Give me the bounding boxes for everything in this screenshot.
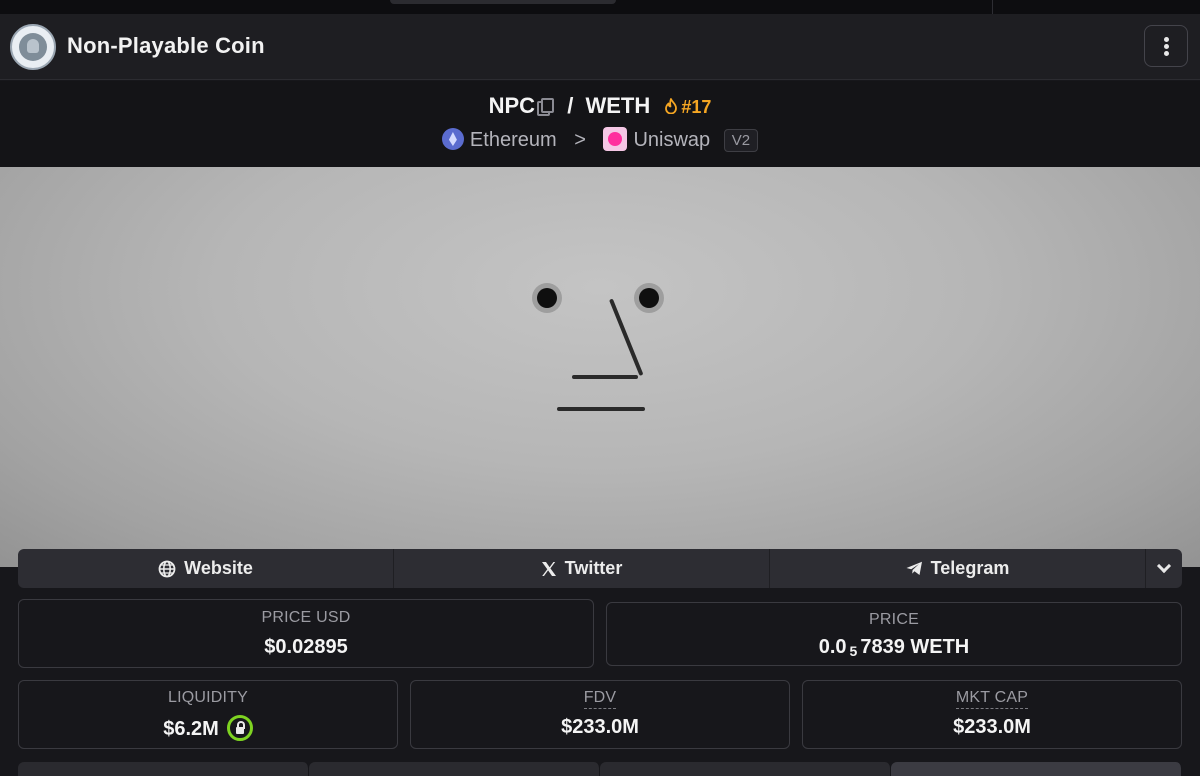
- chain-name[interactable]: Ethereum: [470, 129, 557, 151]
- quote-token: WETH: [585, 93, 651, 118]
- twitter-label: Twitter: [564, 558, 623, 578]
- top-divider: [992, 0, 993, 14]
- website-link[interactable]: Website: [18, 549, 394, 588]
- copy-icon[interactable]: [537, 98, 555, 116]
- mktcap-label[interactable]: MKT CAP: [955, 689, 1029, 709]
- face-right-eye: [634, 283, 664, 313]
- pair-separator: /: [567, 93, 574, 118]
- liquidity-card: LIQUIDITY $6.2M: [18, 680, 398, 749]
- price-usd-card: PRICE USD $0.02895: [18, 599, 594, 668]
- coin-name: Non-Playable Coin: [67, 33, 265, 58]
- face-nose-stroke: [609, 298, 644, 377]
- browser-top-strip: [0, 0, 1200, 14]
- pair-title: NPC / WETH #17: [0, 93, 1200, 119]
- mktcap-value: $233.0M: [953, 716, 1031, 738]
- face-left-eye: [532, 283, 562, 313]
- npc-coin-logo: [10, 24, 56, 70]
- more-options-button[interactable]: [1144, 25, 1188, 67]
- trending-rank: #17: [681, 97, 712, 117]
- flame-icon: [665, 98, 678, 114]
- bottom-tab-active[interactable]: [891, 762, 1182, 776]
- telegram-label: Telegram: [930, 558, 1010, 578]
- website-label: Website: [184, 558, 253, 578]
- face-mouth: [557, 407, 645, 411]
- liquidity-value: $6.2M: [163, 718, 219, 740]
- token-header: Non-Playable Coin: [0, 14, 1200, 80]
- twitter-link[interactable]: Twitter: [394, 549, 770, 588]
- kebab-menu-icon: [1164, 37, 1169, 42]
- social-links-bar: Website Twitter Telegram: [18, 549, 1182, 588]
- liquidity-label: LIQUIDITY: [167, 689, 249, 706]
- price-label: PRICE: [869, 611, 919, 628]
- globe-icon: [158, 560, 176, 577]
- dex-name[interactable]: Uniswap: [633, 129, 710, 151]
- chevron-right-icon: >: [574, 129, 586, 151]
- price-usd-value: $0.02895: [264, 636, 348, 658]
- top-tab-indicator: [390, 0, 616, 4]
- chain-breadcrumb: Ethereum > Uniswap V2: [0, 127, 1200, 152]
- price-zero-count: 5: [849, 643, 858, 659]
- face-nose-base: [572, 375, 638, 379]
- market-cap-card: MKT CAP $233.0M: [802, 680, 1182, 749]
- dex-version-badge: V2: [723, 129, 759, 152]
- telegram-icon: [906, 561, 922, 575]
- chevron-down-icon: [1156, 558, 1172, 574]
- bottom-tabs: [18, 762, 1182, 776]
- lock-icon[interactable]: [226, 715, 253, 741]
- bottom-tab[interactable]: [18, 762, 309, 776]
- pair-info-bar: NPC / WETH #17 Ethereum > Uniswap V2: [0, 81, 1200, 167]
- ethereum-icon: [441, 128, 464, 150]
- price-prefix: 0.0: [818, 636, 847, 658]
- fdv-value: $233.0M: [561, 716, 639, 738]
- more-links-toggle[interactable]: [1146, 549, 1182, 588]
- base-token: NPC: [488, 93, 536, 118]
- price-native-value: 0.0 5 7839 WETH: [607, 636, 1181, 659]
- fdv-label[interactable]: FDV: [583, 689, 617, 709]
- liquidity-value-row: $6.2M: [19, 715, 397, 741]
- fdv-card: FDV $233.0M: [410, 680, 790, 749]
- price-native-card: PRICE 0.0 5 7839 WETH: [606, 602, 1182, 666]
- uniswap-icon: [603, 127, 628, 151]
- fdv-label-row: FDV: [411, 689, 789, 709]
- x-twitter-icon: [541, 561, 556, 576]
- price-usd-label: PRICE USD: [261, 609, 351, 626]
- bottom-tab[interactable]: [309, 762, 600, 776]
- token-banner-image: [0, 167, 1200, 567]
- bottom-tab[interactable]: [600, 762, 891, 776]
- telegram-link[interactable]: Telegram: [770, 549, 1146, 588]
- price-digits: 7839 WETH: [860, 636, 970, 658]
- mktcap-label-row: MKT CAP: [803, 689, 1181, 709]
